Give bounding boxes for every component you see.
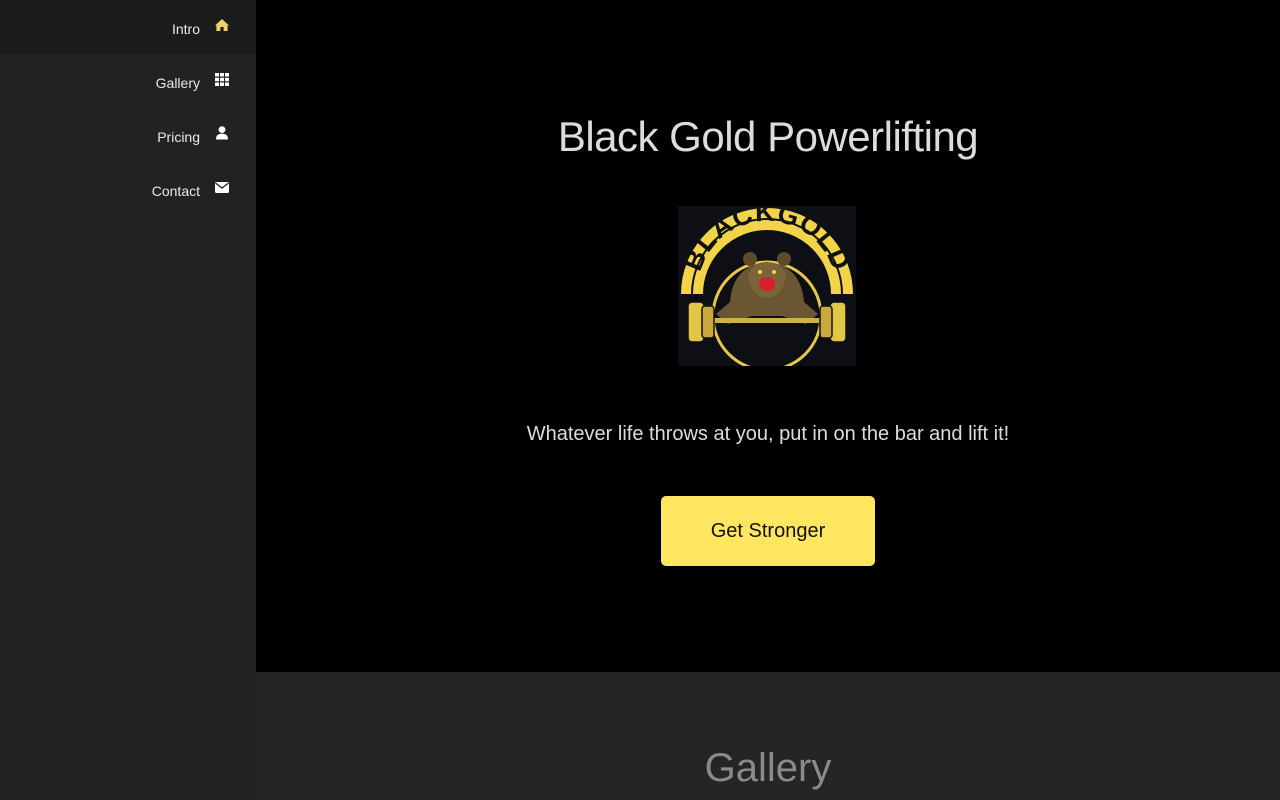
gallery-heading: Gallery: [704, 746, 832, 790]
envelope-icon: [214, 179, 230, 195]
home-icon: [214, 17, 230, 33]
grid-icon: [214, 71, 230, 87]
sidebar-item-pricing[interactable]: Pricing: [0, 108, 256, 162]
gallery-section: Gallery: [256, 672, 1280, 800]
user-icon: [214, 125, 230, 141]
sidebar-item-label: Gallery: [155, 75, 200, 91]
tagline: Whatever life throws at you, put in on t…: [526, 423, 1010, 445]
sidebar-nav: Intro Gallery Pricing Contact: [0, 0, 256, 800]
sidebar-item-intro[interactable]: Intro: [0, 0, 256, 54]
get-stronger-button[interactable]: Get Stronger: [661, 496, 875, 566]
sidebar-item-gallery[interactable]: Gallery: [0, 54, 256, 108]
blackgold-logo: BLACKGOLD: [677, 197, 856, 372]
page-title: Black Gold Powerlifting: [557, 113, 979, 160]
sidebar-item-label: Pricing: [157, 129, 200, 145]
sidebar-item-label: Contact: [151, 183, 200, 199]
sidebar-item-label: Intro: [171, 21, 200, 37]
intro-section: Black Gold Powerlifting BLACKGOLD Whatev…: [256, 0, 1280, 672]
sidebar-item-contact[interactable]: Contact: [0, 162, 256, 216]
